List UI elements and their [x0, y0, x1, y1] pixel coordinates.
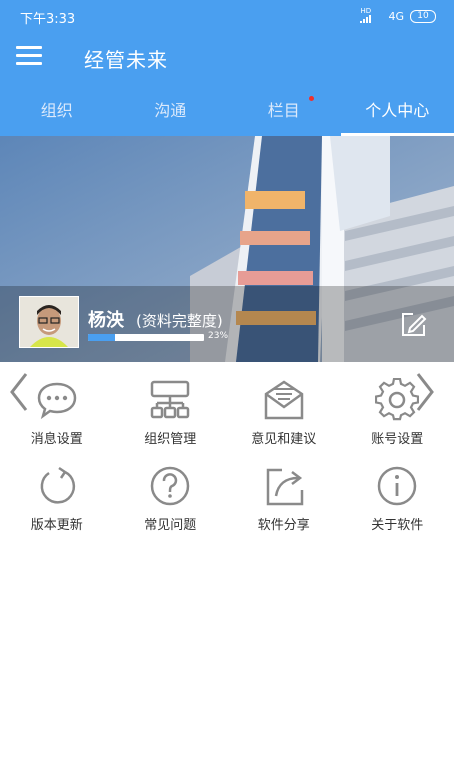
tab-label: 组织 — [40, 101, 73, 120]
menu-item-message-settings[interactable]: 消息设置 — [0, 370, 114, 456]
chat-bubble-icon — [37, 382, 77, 420]
status-indicators: HD 4G 10 — [360, 8, 436, 25]
menu-item-label: 组织管理 — [144, 432, 197, 447]
tab-columns[interactable]: 栏目 — [227, 86, 341, 136]
info-icon — [378, 466, 417, 506]
tab-label: 栏目 — [267, 101, 300, 120]
refresh-icon — [40, 466, 75, 504]
tab-communication[interactable]: 沟通 — [114, 86, 228, 136]
status-time: 下午3:33 — [20, 12, 76, 27]
menu-item-label: 消息设置 — [30, 432, 83, 447]
edit-icon[interactable] — [398, 310, 428, 340]
tab-label: 沟通 — [154, 101, 187, 120]
profile-completion-label: (资料完整度) — [136, 312, 223, 330]
menu-item-account-settings[interactable]: 账号设置 — [341, 370, 454, 456]
menu-item-org-management[interactable]: 组织管理 — [114, 370, 228, 456]
menu-item-share[interactable]: 软件分享 — [227, 456, 341, 542]
org-chart-icon — [151, 380, 190, 419]
menu-item-about[interactable]: 关于软件 — [341, 456, 454, 542]
signal-icon: HD — [360, 8, 382, 25]
tab-label: 个人中心 — [365, 101, 430, 120]
network-type: 4G — [388, 10, 404, 23]
menu-item-label: 账号设置 — [371, 432, 424, 447]
progress-fill — [88, 334, 115, 341]
settings-grid: 消息设置 组织管理 意见和建议 账号设置 版本更新 常见问题 软件分享 关于软件 — [0, 370, 454, 542]
battery-level: 10 — [417, 11, 429, 21]
profile-completion-text: 23% — [208, 331, 229, 341]
profile-completion-bar — [88, 334, 204, 341]
question-icon — [151, 466, 190, 506]
tab-personal-center[interactable]: 个人中心 — [340, 86, 454, 136]
notification-dot — [309, 96, 314, 101]
profile-banner: 杨泱 (资料完整度) 23% — [0, 136, 454, 362]
menu-item-feedback[interactable]: 意见和建议 — [227, 370, 341, 456]
avatar[interactable] — [19, 296, 79, 348]
signal-bars-icon — [360, 15, 372, 23]
tab-bar: 组织 沟通 栏目 个人中心 — [0, 86, 454, 136]
menu-item-label: 版本更新 — [30, 518, 83, 533]
mail-icon — [264, 380, 303, 420]
status-bar: 下午3:33 HD 4G 10 — [0, 0, 454, 32]
app-title: 经管未来 — [84, 48, 168, 72]
battery-icon: 10 — [410, 10, 436, 23]
user-name: 杨泱 — [88, 310, 124, 331]
menu-item-faq[interactable]: 常见问题 — [114, 456, 228, 542]
menu-item-label: 意见和建议 — [251, 432, 317, 447]
hamburger-menu-icon[interactable] — [16, 46, 42, 66]
gear-icon — [375, 378, 420, 421]
app-bar: 经管未来 — [0, 32, 454, 86]
menu-item-version-update[interactable]: 版本更新 — [0, 456, 114, 542]
hd-label: HD — [360, 7, 372, 15]
tab-organization[interactable]: 组织 — [0, 86, 114, 136]
menu-item-label: 常见问题 — [144, 518, 197, 533]
share-icon — [266, 468, 303, 506]
menu-item-label: 软件分享 — [257, 518, 310, 533]
avatar-photo — [20, 297, 78, 347]
menu-item-label: 关于软件 — [371, 518, 424, 533]
